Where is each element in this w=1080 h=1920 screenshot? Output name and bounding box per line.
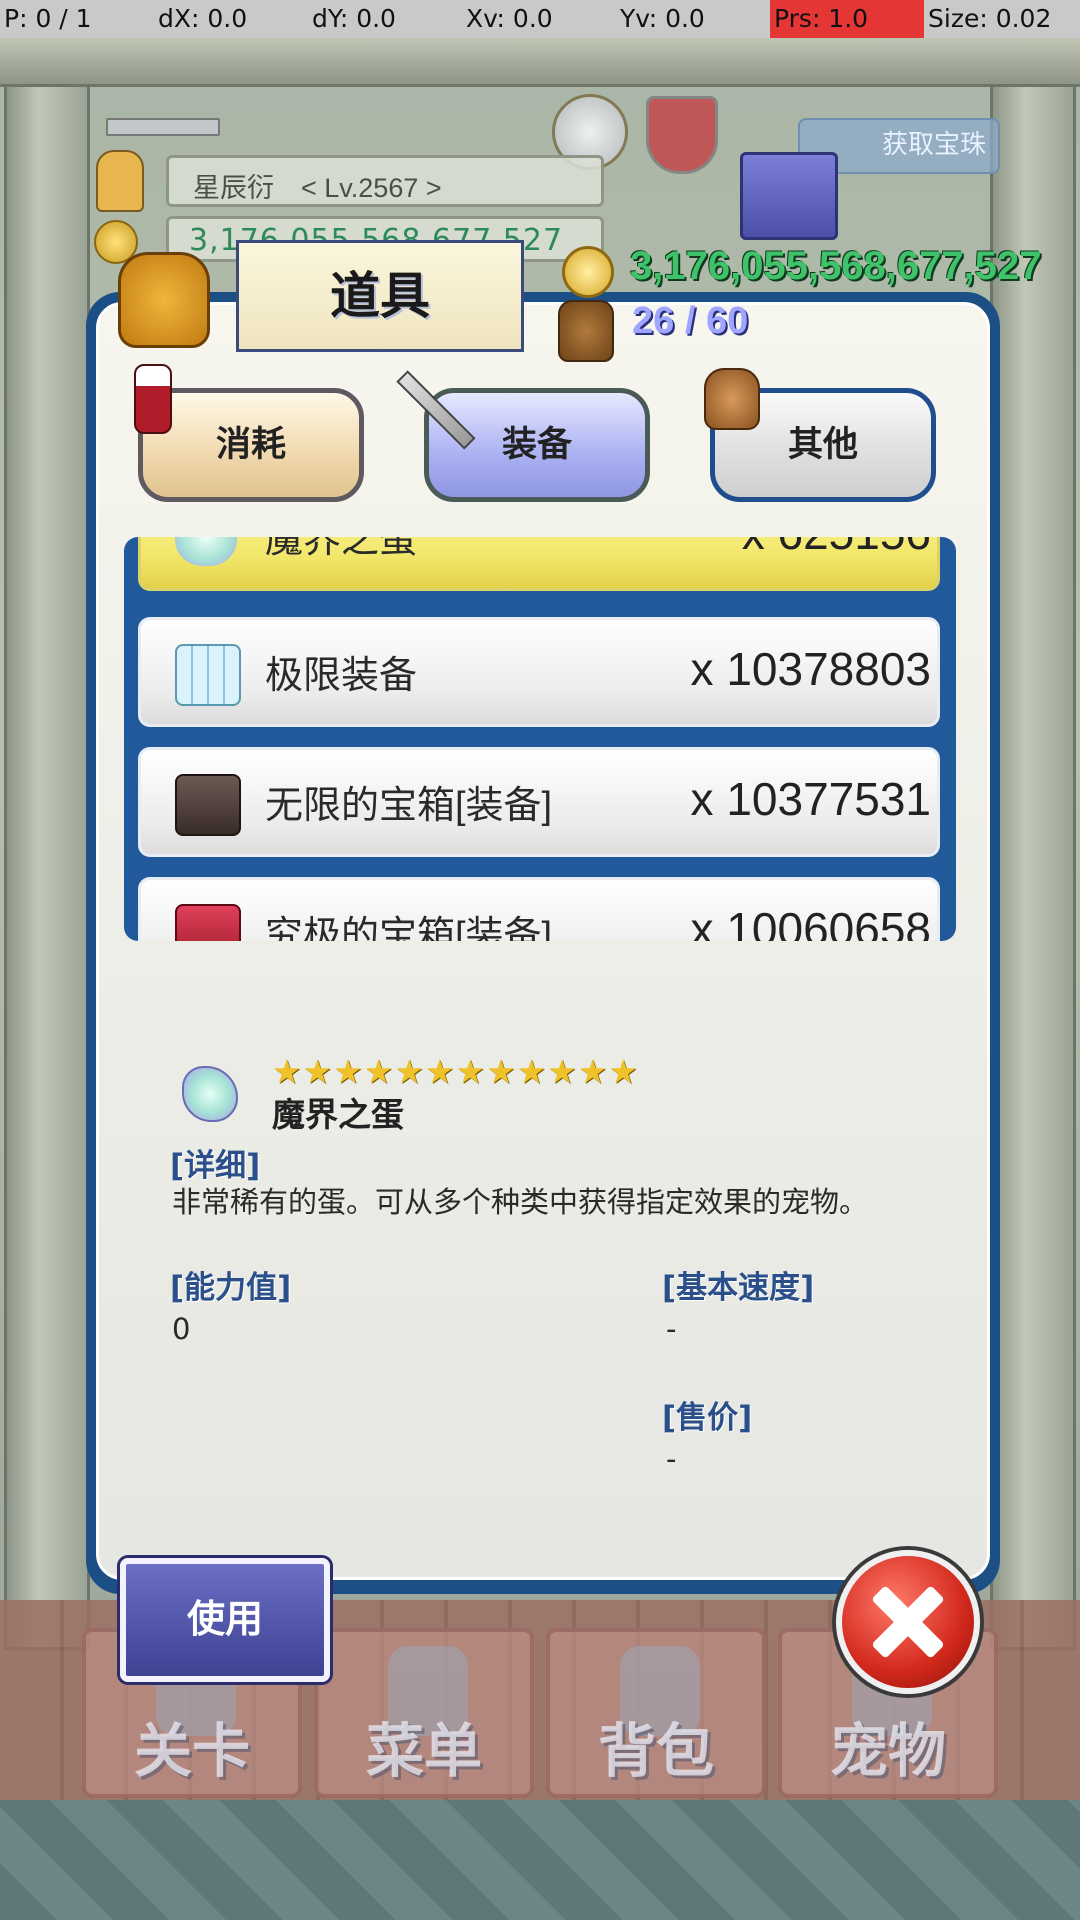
panel-title-text: 道具 — [330, 267, 430, 325]
ability-heading: [能力值] — [170, 1270, 292, 1306]
nav-pet-label: 宠物 — [829, 1717, 946, 1785]
tab-equip-label: 装备 — [501, 425, 572, 465]
price-heading: [售价] — [662, 1400, 753, 1436]
speed-value: - — [666, 1312, 677, 1346]
backpack-icon — [558, 300, 614, 362]
shield-icon — [646, 96, 718, 174]
debug-pointer: P: 0 / 1 — [4, 4, 92, 33]
cube-icon — [175, 644, 241, 706]
panel-title: 道具 — [236, 240, 524, 352]
item-quantity: x 10378803 — [690, 643, 931, 695]
nav-stage-label: 关卡 — [133, 1717, 250, 1785]
nav-backpack-label: 背包 — [597, 1717, 714, 1785]
item-quantity: x 625156 — [742, 537, 931, 560]
item-list[interactable]: 魔界之蛋 x 625156 极限装备 x 10378803 无限的宝箱[装备] … — [124, 537, 956, 941]
debug-yv: Yv: 0.0 — [620, 4, 705, 33]
item-description: 非常稀有的蛋。可从多个种类中获得指定效果的宠物。 — [172, 1185, 869, 1219]
nav-menu-label: 菜单 — [365, 1717, 482, 1785]
debug-status-bar: P: 0 / 1 dX: 0.0 dY: 0.0 Xv: 0.0 Yv: 0.0… — [0, 0, 1080, 38]
tab-equip[interactable]: 装备 — [424, 388, 650, 502]
debug-xv: Xv: 0.0 — [466, 4, 553, 33]
tab-other-label: 其他 — [787, 425, 858, 465]
item-row[interactable]: 无限的宝箱[装备] x 10377531 — [138, 747, 940, 857]
left-pillar — [4, 84, 90, 1650]
debug-size: Size: 0.02 — [928, 4, 1052, 33]
close-button[interactable] — [836, 1550, 980, 1694]
player-name-level: 星辰衍 < Lv.2567 > — [193, 173, 442, 203]
use-button[interactable]: 使用 — [120, 1558, 330, 1682]
player-avatar[interactable] — [96, 150, 144, 212]
tab-consume-label: 消耗 — [215, 425, 286, 465]
item-row[interactable]: 究极的宝箱[装备] x 10060658 — [138, 877, 940, 941]
gold-amount: 3,176,055,568,677,527 — [630, 244, 1042, 288]
item-row[interactable]: 魔界之蛋 x 625156 — [138, 537, 940, 591]
egg-icon — [175, 537, 237, 566]
debug-pressure: Prs: 1.0 — [770, 0, 924, 38]
item-name: 无限的宝箱[装备] — [265, 785, 553, 827]
floor — [0, 1800, 1080, 1920]
right-pillar — [990, 84, 1076, 1650]
ability-value: 0 — [172, 1312, 191, 1346]
inventory-capacity: 26 / 60 — [632, 300, 749, 342]
debug-dx: dX: 0.0 — [158, 4, 248, 33]
gift-box-icon[interactable] — [740, 152, 838, 240]
item-name: 魔界之蛋 — [265, 537, 418, 561]
detail-heading: [详细] — [170, 1148, 261, 1184]
item-quantity: x 10377531 — [690, 773, 931, 825]
price-value: - — [666, 1442, 677, 1476]
selected-item-name: 魔界之蛋 — [272, 1095, 404, 1134]
nav-menu[interactable]: 菜单 — [314, 1628, 534, 1798]
speed-heading: [基本速度] — [662, 1270, 815, 1306]
item-quantity: x 10060658 — [690, 903, 931, 941]
red-chest-icon — [175, 904, 241, 941]
dark-chest-icon — [175, 774, 241, 836]
ceiling-beam — [0, 38, 1080, 87]
use-button-label: 使用 — [186, 1597, 263, 1641]
item-row[interactable]: 极限装备 x 10378803 — [138, 617, 940, 727]
item-name: 极限装备 — [265, 655, 418, 697]
item-rarity-stars: ★★★★★★★★★★★★ — [272, 1052, 640, 1091]
gold-coin-icon — [562, 246, 614, 298]
nav-backpack[interactable]: 背包 — [546, 1628, 766, 1798]
sword-rack-icon — [106, 118, 220, 136]
sack-icon — [704, 368, 760, 430]
item-pouch-icon — [118, 252, 210, 348]
player-name-plate: 星辰衍 < Lv.2567 > — [166, 155, 604, 207]
potion-icon — [134, 364, 172, 434]
game-screen: P: 0 / 1 dX: 0.0 dY: 0.0 Xv: 0.0 Yv: 0.0… — [0, 0, 1080, 1920]
debug-dy: dY: 0.0 — [312, 4, 396, 33]
item-name: 究极的宝箱[装备] — [265, 915, 553, 941]
